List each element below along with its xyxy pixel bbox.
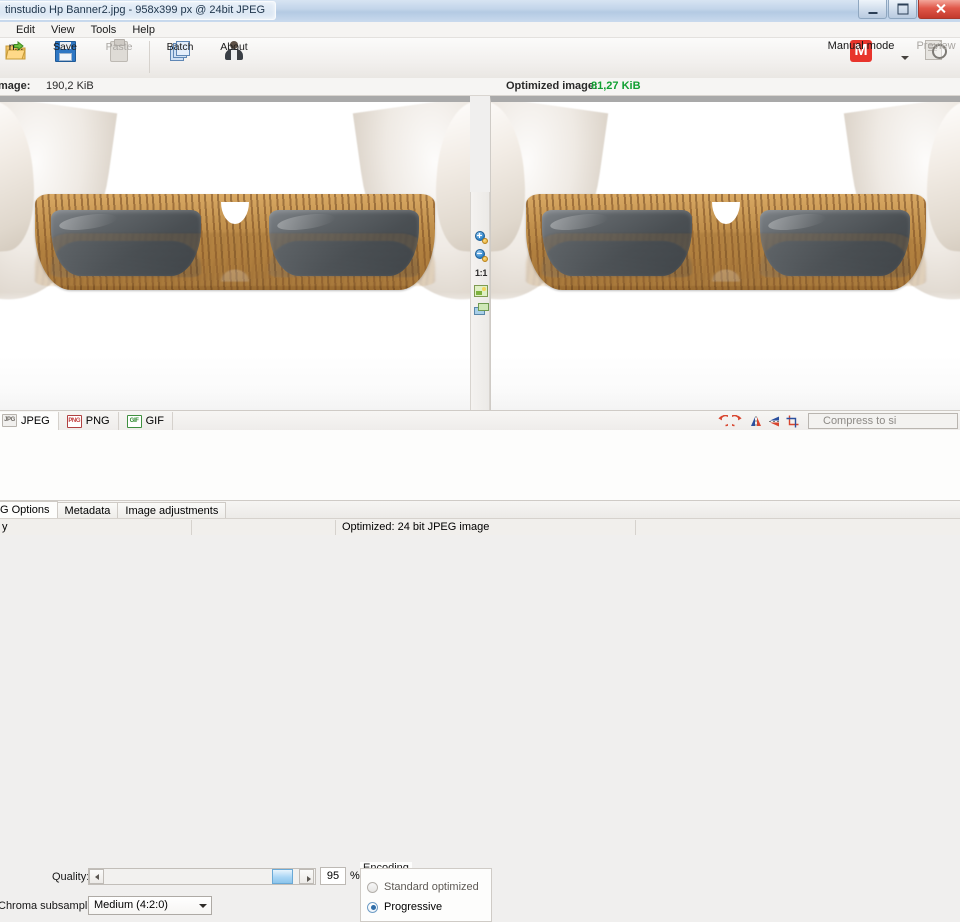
menu-item-edit[interactable]: Edit [8,23,43,37]
status-cell-optimized-info: Optimized: 24 bit JPEG image [336,519,636,535]
original-image-pane[interactable] [0,96,470,410]
maximize-icon [897,3,908,15]
image-comparison-area: 1:1 [0,96,960,506]
image-size-info-bar: tial image: 190,2 KiB Optimized image: 8… [0,78,960,96]
flip-vertical-icon[interactable] [766,413,783,430]
optimized-image-pane[interactable] [490,96,960,410]
tab-png-label: PNG [85,415,110,427]
status-cell-2 [192,519,336,535]
riot-application-window: tinstudio Hp Banner2.jpg - 958x399 px @ … [0,0,960,922]
radio-standard-optimized[interactable] [367,881,378,893]
flip-horizontal-icon[interactable] [748,413,765,430]
title-bar: tinstudio Hp Banner2.jpg - 958x399 px @ … [0,0,960,23]
quality-slider-increase[interactable] [299,869,314,884]
toolbar-separator [149,41,150,73]
quality-value-input[interactable]: 95 [320,867,346,885]
optimized-image-size: 81,27 KiB [591,80,641,92]
menu-bar: Edit View Tools Help [0,22,960,38]
rotate-left-icon[interactable] [712,413,729,430]
zoom-out-icon[interactable] [471,246,491,264]
tab-png[interactable]: PNG PNG [59,411,119,431]
tab-image-adjustments[interactable]: Image adjustments [117,502,227,519]
arrow-left-icon [94,873,99,880]
menu-item-help[interactable]: Help [124,23,163,37]
preview-button-label: Preview [916,40,956,52]
status-cell-1: y [0,519,192,535]
close-button[interactable] [918,0,960,19]
tab-gif[interactable]: GIF GIF [119,411,173,431]
about-button[interactable]: About [207,38,261,78]
zoom-in-icon[interactable] [471,228,491,246]
paste-button-label: Paste [105,41,133,53]
transform-toolbar: Compress to si [712,413,960,430]
gif-icon: GIF [126,414,142,428]
batch-button[interactable]: Batch [153,38,207,78]
compress-to-size-input[interactable]: Compress to si [808,413,958,429]
encoding-group: Standard optimized Progressive [360,868,492,922]
png-icon: PNG [66,414,82,428]
chevron-down-icon [901,56,909,60]
close-icon [936,4,947,15]
quality-percent-label: % [350,870,360,882]
status-cell-4 [636,520,960,535]
open-button[interactable]: n... [0,38,38,78]
chroma-subsampling-select[interactable]: Medium (4:2:0) [88,896,212,915]
main-toolbar: n... Save Paste Batch About M Manual mod… [0,38,960,79]
encoding-option-standard-label: Standard optimized [384,881,479,893]
minimize-icon [868,12,877,14]
original-image-canvas [0,102,470,410]
tab-jpeg-label: JPEG [21,414,50,427]
open-button-label: n... [8,41,24,53]
optimized-image-label: Optimized image: [506,80,598,92]
tab-jpeg[interactable]: JPG JPEG [0,411,59,431]
menu-item-view[interactable]: View [43,23,83,37]
minimize-button[interactable] [858,0,887,19]
manual-mode-label: Manual mode [827,40,895,52]
paste-button[interactable]: Paste [92,38,146,78]
chevron-down-icon [199,904,207,908]
batch-button-label: Batch [166,41,194,53]
toolbar-right-group: M Manual mode Preview [824,38,960,78]
quality-slider[interactable] [88,868,316,885]
fit-to-window-icon[interactable] [471,282,491,300]
about-button-label: About [220,41,248,53]
format-tab-bar: JPG JPEG PNG PNG GIF GIF Compress to si [0,410,960,432]
initial-image-label: tial image: [0,80,31,92]
encoding-option-standard[interactable]: Standard optimized [367,881,479,893]
quality-slider-track[interactable] [104,869,315,884]
window-controls [857,0,960,19]
table-surface [0,356,470,410]
preview-button[interactable]: Preview [912,38,960,78]
actual-size-icon[interactable]: 1:1 [471,264,491,282]
arrow-right-icon [307,875,311,882]
encoding-option-progressive-label: Progressive [384,901,443,913]
chroma-subsampling-value: Medium (4:2:0) [94,899,168,911]
tab-gif-label: GIF [145,415,164,427]
menu-item-tools[interactable]: Tools [83,23,125,37]
quality-slider-thumb[interactable] [272,869,293,884]
maximize-button[interactable] [888,0,917,19]
mode-dropdown-button[interactable] [898,38,912,78]
quality-label: Quality: [52,871,90,883]
quality-slider-decrease[interactable] [89,869,104,884]
save-button-label: Save [53,41,77,53]
jpeg-icon: JPG [2,414,17,427]
tab-metadata[interactable]: Metadata [56,502,119,519]
table-surface [491,356,960,410]
jpeg-options-panel: Quality: 95 % Chroma subsampling: Medium… [0,430,960,922]
window-title: tinstudio Hp Banner2.jpg - 958x399 px @ … [0,1,277,20]
crop-icon[interactable] [784,413,801,430]
tab-jpeg-options[interactable]: G Options [0,501,58,519]
compare-view-icon[interactable] [471,300,491,318]
radio-progressive[interactable] [367,901,378,913]
optimized-image-canvas [491,102,960,410]
rotate-right-icon[interactable] [730,413,747,430]
encoding-option-progressive[interactable]: Progressive [367,901,442,913]
manual-mode-button[interactable]: M Manual mode [824,38,898,78]
save-button[interactable]: Save [38,38,92,78]
initial-image-size: 190,2 KiB [46,80,94,92]
status-bar: y Optimized: 24 bit JPEG image [0,518,960,535]
bottom-tab-bar: G Options Metadata Image adjustments [0,500,960,519]
